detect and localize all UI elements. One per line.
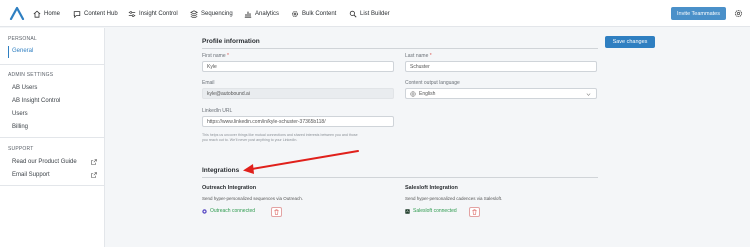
outreach-integration-title: Outreach Integration — [202, 185, 257, 191]
first-name-label: First name * — [202, 53, 229, 59]
outreach-logo-icon — [202, 208, 207, 214]
chat-bubble-icon — [73, 11, 81, 18]
sidebar-item-ab-insight-control[interactable]: AB Insight Control — [12, 98, 60, 104]
email-label: Email — [202, 80, 215, 86]
nav-analytics[interactable]: Analytics — [244, 9, 279, 19]
outreach-integration-desc: Send hyper-personalized sequences via Ou… — [202, 196, 304, 201]
nav-bulk-content[interactable]: Bulk Content — [291, 9, 336, 19]
nav-list-builder[interactable]: List Builder — [349, 9, 390, 19]
nav-home[interactable]: Home — [33, 9, 60, 19]
top-navbar: Home Content Hub Insight Control Sequenc… — [0, 0, 750, 27]
language-label: Content output language — [405, 80, 460, 86]
language-value: English — [419, 90, 436, 97]
sliders-icon — [128, 11, 136, 17]
gear-icon — [292, 11, 298, 17]
section-divider — [202, 48, 598, 49]
sidebar-item-general[interactable]: General — [12, 48, 33, 54]
last-name-label-text: Last name — [405, 53, 429, 59]
sidebar-divider — [0, 185, 105, 186]
sidebar-item-product-guide[interactable]: Read our Product Guide — [12, 159, 77, 165]
chart-icon — [244, 11, 252, 18]
external-link-icon[interactable] — [91, 159, 97, 165]
linkedin-url-value: https://www.linkedin.com/in/kyle-schuste… — [207, 118, 326, 125]
first-name-field[interactable]: Kyle — [202, 61, 394, 72]
nav-content-hub[interactable]: Content Hub — [73, 9, 118, 19]
sidebar-item-email-support[interactable]: Email Support — [12, 172, 50, 178]
app-logo[interactable] — [9, 6, 25, 20]
invite-teammates-button[interactable]: Invite Teammates — [671, 7, 726, 20]
first-name-label-text: First name — [202, 53, 226, 59]
stack-icon — [190, 10, 198, 18]
sidebar-heading-personal: PERSONAL — [8, 36, 37, 42]
save-changes-button[interactable]: Save changes — [605, 36, 655, 48]
profile-section-title: Profile information — [202, 38, 260, 45]
nav-bulk-content-label: Bulk Content — [302, 11, 337, 17]
nav-content-hub-label: Content Hub — [84, 11, 118, 17]
external-link-icon[interactable] — [91, 172, 97, 178]
nav-home-label: Home — [44, 11, 61, 17]
nav-sequencing[interactable]: Sequencing — [190, 9, 233, 19]
settings-gear-icon[interactable] — [734, 9, 743, 18]
required-mark: * — [227, 53, 229, 59]
integrations-section-title: Integrations — [202, 167, 240, 174]
outreach-status-text: Outreach connected — [210, 208, 256, 214]
section-divider — [202, 177, 598, 178]
salesloft-status: Salesloft connected — [405, 208, 457, 214]
email-field: kyle@autobound.ai — [202, 88, 394, 99]
active-indicator — [8, 46, 9, 58]
linkedin-url-field[interactable]: https://www.linkedin.com/in/kyle-schuste… — [202, 116, 394, 127]
nav-list-builder-label: List Builder — [360, 11, 390, 17]
salesloft-logo-icon — [405, 208, 410, 214]
nav-insight-control[interactable]: Insight Control — [128, 9, 178, 19]
last-name-field[interactable]: Schuster — [405, 61, 597, 72]
sidebar-divider — [0, 64, 105, 65]
sidebar-item-billing[interactable]: Billing — [12, 124, 28, 130]
last-name-value: Schuster — [410, 63, 430, 70]
outreach-status: Outreach connected — [202, 208, 255, 214]
salesloft-status-text: Salesloft connected — [413, 208, 457, 214]
first-name-value: Kyle — [207, 63, 217, 70]
trash-icon — [472, 209, 477, 215]
linkedin-label: LinkedIn URL — [202, 108, 233, 114]
salesloft-integration-desc: Send hyper-personalized cadences via Sal… — [405, 196, 503, 201]
linkedin-help-text: This helps us uncover things like mutual… — [202, 133, 358, 143]
nav-insight-control-label: Insight Control — [139, 11, 178, 17]
trash-icon — [274, 209, 279, 215]
required-mark: * — [429, 53, 432, 59]
settings-sidebar: PERSONAL General ADMIN SETTINGS AB Users… — [0, 28, 105, 247]
outreach-disconnect-button[interactable] — [271, 207, 282, 217]
email-value: kyle@autobound.ai — [207, 90, 250, 97]
search-icon — [349, 10, 357, 18]
salesloft-integration-title: Salesloft Integration — [405, 185, 458, 191]
nav-analytics-label: Analytics — [255, 11, 280, 17]
help-line: you reach out to. We'll never post anyth… — [202, 138, 298, 142]
chevron-down-icon — [586, 93, 591, 96]
nav-sequencing-label: Sequencing — [201, 11, 233, 17]
sidebar-heading-support: SUPPORT — [8, 146, 34, 152]
globe-icon — [410, 90, 416, 97]
home-icon — [33, 10, 41, 18]
sidebar-item-ab-users[interactable]: AB Users — [12, 85, 37, 91]
salesloft-disconnect-button[interactable] — [469, 207, 480, 217]
sidebar-heading-admin: ADMIN SETTINGS — [8, 72, 54, 78]
sidebar-divider — [0, 137, 105, 138]
last-name-label: Last name * — [405, 53, 432, 59]
sidebar-item-users[interactable]: Users — [12, 111, 28, 117]
language-select[interactable]: English — [405, 88, 597, 99]
